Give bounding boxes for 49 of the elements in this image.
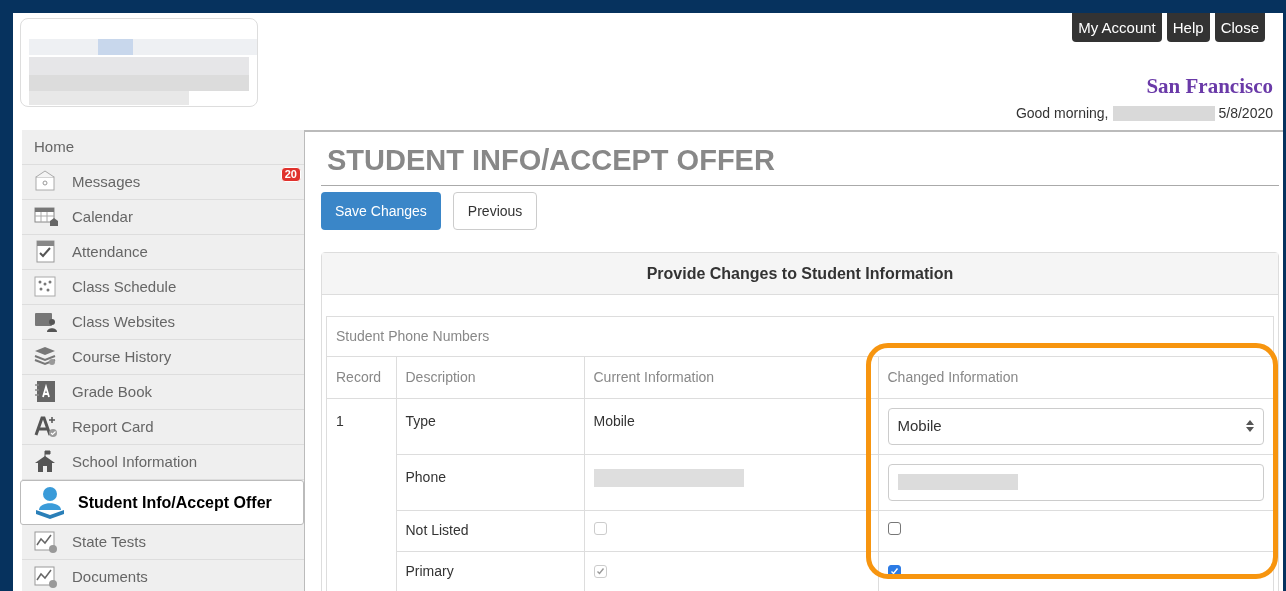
previous-button[interactable]: Previous [452, 192, 538, 230]
header-button[interactable]: Help [1166, 13, 1210, 42]
table-cell: 1 [327, 398, 396, 591]
phone-field[interactable] [887, 463, 1264, 501]
calendar-icon [34, 205, 58, 229]
table-cell: Primary [396, 551, 584, 591]
sidebar-item[interactable]: Course History [22, 340, 304, 375]
sidebar-item[interactable]: Home [22, 130, 304, 165]
column-header: Description [396, 357, 584, 398]
screen-person-icon [34, 310, 58, 334]
header-button[interactable]: My Account [1072, 13, 1162, 42]
table-cell: Mobile [584, 398, 878, 454]
panel-title: Provide Changes to Student Information [322, 253, 1278, 295]
chart-check-icon [34, 530, 58, 554]
sidebar-item[interactable]: Documents [22, 560, 304, 591]
table-cell: Not Listed [396, 510, 584, 551]
student-reading-icon [34, 485, 66, 520]
grade-check-icon [34, 415, 58, 439]
page-title: STUDENT INFO/ACCEPT OFFER [321, 132, 1279, 186]
sidebar-item[interactable]: Report Card [22, 410, 304, 445]
dotted-grid-icon [34, 275, 58, 299]
sidebar-item[interactable]: Class Websites [22, 305, 304, 340]
sidebar-item[interactable]: Messages 20 [22, 165, 304, 200]
stepper-icon [1246, 420, 1254, 432]
gradebook-icon [34, 380, 58, 404]
sidebar-item[interactable]: Calendar [22, 200, 304, 235]
greeting-text: Good morning, [1015, 104, 1109, 123]
table-cell: Type [396, 398, 584, 454]
envelope-icon [34, 170, 58, 194]
sidebar-item[interactable]: Grade Book [22, 375, 304, 410]
table-cell: Phone [396, 454, 584, 510]
column-header: Record [327, 357, 396, 398]
checkbox[interactable] [887, 522, 901, 535]
header-button[interactable]: Close [1214, 13, 1265, 42]
checklist-icon [34, 240, 58, 264]
school-name: San Francisco [1146, 76, 1273, 97]
type-select[interactable]: Mobile [887, 407, 1264, 445]
column-header: Current Information [584, 357, 878, 398]
sidebar-item[interactable]: Student Info/Accept Offer [20, 480, 304, 525]
sidebar-item[interactable]: Attendance [22, 235, 304, 270]
notification-badge: 20 [280, 167, 301, 182]
section-title: Student Phone Numbers [327, 317, 1273, 357]
check-icon [889, 567, 899, 576]
save-button[interactable]: Save Changes [321, 192, 441, 230]
chart-check-icon [34, 565, 58, 589]
date-text: 5/8/2020 [1218, 104, 1273, 123]
column-header: Changed Information [878, 357, 1273, 398]
sidebar-item[interactable]: Class Schedule [22, 270, 304, 305]
sidebar-item[interactable]: State Tests [22, 525, 304, 560]
